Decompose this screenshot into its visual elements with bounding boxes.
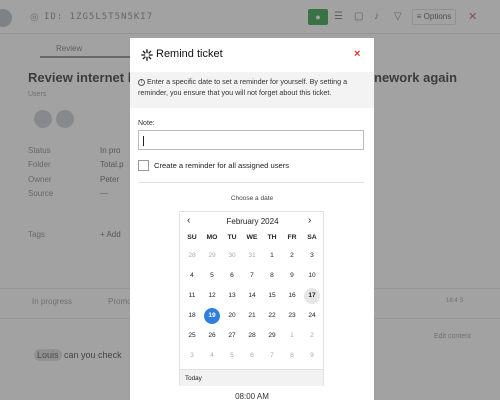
calendar-day[interactable]: 16 xyxy=(284,288,300,304)
calendar-day[interactable]: 13 xyxy=(224,288,240,304)
calendar-weekdays: SU MO TU WE TH FR SA xyxy=(180,234,325,246)
date-picker: ‹ February 2024 › SU MO TU WE TH FR SA 28 29 30 3… xyxy=(179,211,324,386)
calendar-day[interactable]: 18 xyxy=(184,308,200,324)
calendar-day[interactable]: 3 xyxy=(184,348,200,364)
weekday-header: TU xyxy=(227,234,237,241)
calendar-day[interactable]: 3 xyxy=(304,248,320,264)
info-banner: i Enter a specific date to set a reminder… xyxy=(130,72,374,108)
dialog-header: Remind ticket × xyxy=(130,38,374,72)
calendar-day[interactable]: 12 xyxy=(204,288,220,304)
calendar-day[interactable]: 25 xyxy=(184,328,200,344)
time-select[interactable]: 08:00 AM xyxy=(130,392,374,400)
calendar-day[interactable]: 27 xyxy=(224,328,240,344)
all-assigned-users-checkbox[interactable] xyxy=(138,160,149,171)
text-caret xyxy=(143,136,144,146)
calendar-day[interactable]: 1 xyxy=(284,328,300,344)
calendar-day[interactable]: 29 xyxy=(264,328,280,344)
info-text: Enter a specific date to set a reminder … xyxy=(138,77,348,97)
calendar-day-today[interactable]: 17 xyxy=(304,288,320,304)
note-input[interactable] xyxy=(138,130,364,150)
calendar-day-selected[interactable]: 19 xyxy=(204,308,220,324)
calendar-day[interactable]: 29 xyxy=(204,248,220,264)
calendar-day[interactable]: 4 xyxy=(204,348,220,364)
calendar-day[interactable]: 15 xyxy=(264,288,280,304)
calendar-day[interactable]: 7 xyxy=(244,268,260,284)
weekday-header: FR xyxy=(287,234,297,241)
today-button[interactable]: Today xyxy=(185,375,202,382)
calendar-day[interactable]: 31 xyxy=(244,248,260,264)
weekday-header: SA xyxy=(307,234,317,241)
calendar-day[interactable]: 8 xyxy=(284,348,300,364)
calendar-day[interactable]: 20 xyxy=(224,308,240,324)
calendar-day[interactable]: 4 xyxy=(184,268,200,284)
close-icon[interactable]: × xyxy=(354,48,360,60)
calendar-day[interactable]: 22 xyxy=(264,308,280,324)
weekday-header: WE xyxy=(246,234,258,241)
calendar-day[interactable]: 5 xyxy=(224,348,240,364)
weekday-header: TH xyxy=(267,234,277,241)
calendar-day[interactable]: 11 xyxy=(184,288,200,304)
calendar-day[interactable]: 23 xyxy=(284,308,300,324)
choose-date-label: Choose a date xyxy=(230,195,274,202)
calendar-day[interactable]: 14 xyxy=(244,288,260,304)
weekday-header: MO xyxy=(206,234,218,241)
remind-ticket-dialog: Remind ticket × i Enter a specific date t… xyxy=(130,38,374,400)
calendar-day[interactable]: 28 xyxy=(244,328,260,344)
weekday-header: SU xyxy=(187,234,197,241)
calendar-footer: Today xyxy=(180,369,323,386)
calendar-day[interactable]: 8 xyxy=(264,268,280,284)
calendar-day[interactable]: 24 xyxy=(304,308,320,324)
calendar-day[interactable]: 26 xyxy=(204,328,220,344)
divider xyxy=(138,182,364,183)
calendar-day[interactable]: 28 xyxy=(184,248,200,264)
calendar-day[interactable]: 1 xyxy=(264,248,280,264)
all-assigned-users-label[interactable]: Create a reminder for all assigned users xyxy=(154,161,289,170)
calendar-day[interactable]: 9 xyxy=(284,268,300,284)
calendar-day[interactable]: 7 xyxy=(264,348,280,364)
calendar-day[interactable]: 5 xyxy=(204,268,220,284)
calendar-header: ‹ February 2024 › xyxy=(180,212,323,231)
calendar-day[interactable]: 6 xyxy=(244,348,260,364)
calendar-day[interactable]: 2 xyxy=(304,328,320,344)
chevron-right-icon[interactable]: › xyxy=(308,215,311,226)
calendar-day[interactable]: 2 xyxy=(284,248,300,264)
calendar-day[interactable]: 21 xyxy=(244,308,260,324)
alarm-sparkle-icon xyxy=(141,49,153,61)
calendar-day[interactable]: 10 xyxy=(304,268,320,284)
info-icon: i xyxy=(138,78,145,86)
calendar-month-label: February 2024 xyxy=(226,217,279,226)
calendar-day[interactable]: 30 xyxy=(224,248,240,264)
note-label: Note: xyxy=(138,120,155,127)
dialog-title: Remind ticket xyxy=(156,48,223,60)
calendar-day[interactable]: 6 xyxy=(224,268,240,284)
calendar-day[interactable]: 9 xyxy=(304,348,320,364)
